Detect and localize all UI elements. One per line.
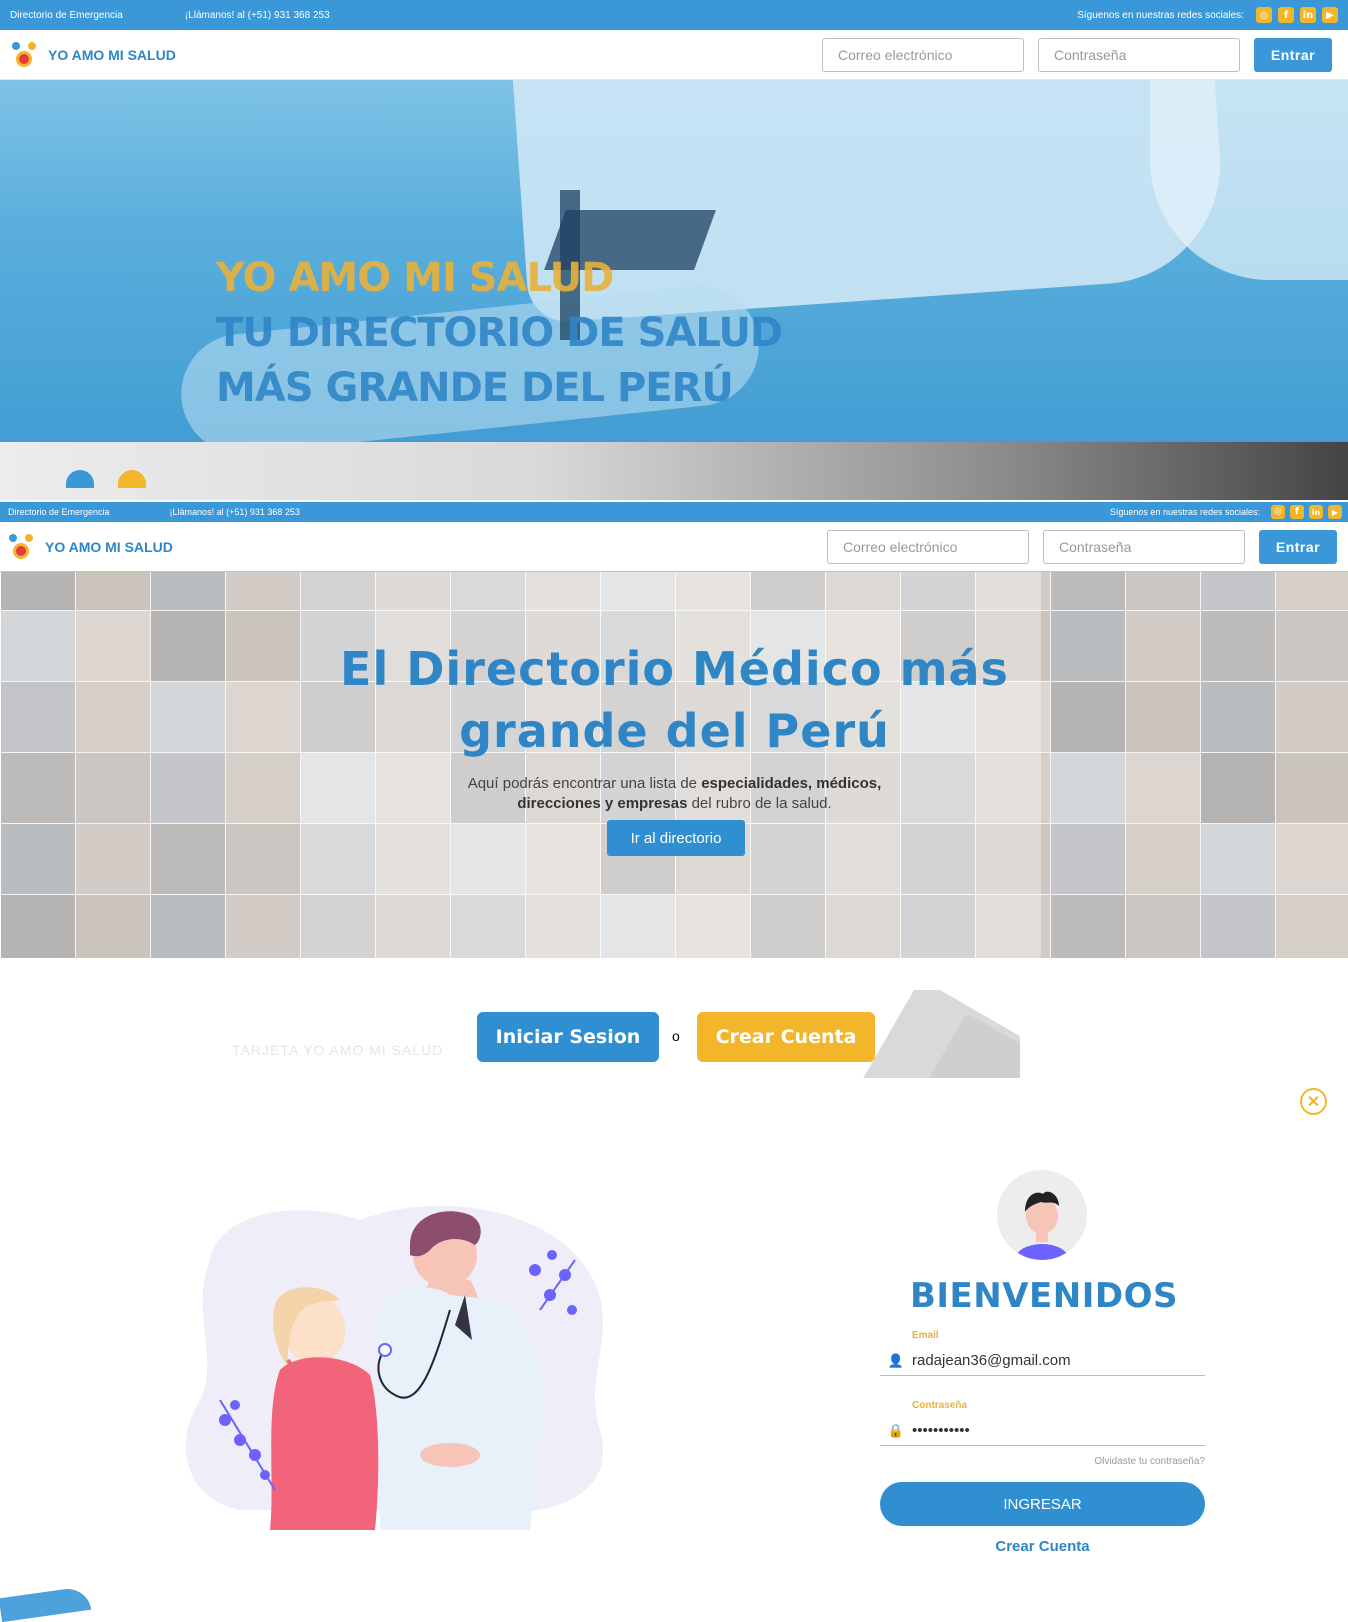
password-field[interactable]: 🔒 ••••••••••• <box>880 1416 1205 1446</box>
or-separator: o <box>672 1028 680 1044</box>
password-input[interactable]: Contraseña <box>1043 529 1245 564</box>
linkedin-icon[interactable]: in <box>1300 7 1316 23</box>
social-label: Síguenos en nuestras redes sociales: <box>1077 9 1244 21</box>
instagram-icon[interactable]: ◎ <box>1271 505 1285 519</box>
logo-icon <box>10 40 38 70</box>
password-label: Contraseña <box>912 1400 968 1411</box>
navbar-2: YO AMO MI SALUD Correo electrónico Contr… <box>0 522 1348 572</box>
hero-title-line-2: grande del Perú <box>459 704 890 758</box>
email-label: Email <box>912 1330 939 1341</box>
linkedin-icon[interactable]: in <box>1309 505 1323 519</box>
password-value: ••••••••••• <box>912 1422 970 1439</box>
hero-subtitle: Aquí podrás encontrar una lista de espec… <box>467 775 882 812</box>
facebook-icon[interactable]: f <box>1290 505 1304 519</box>
directory-hero: El Directorio Médico más grande del Perú… <box>1 572 1348 958</box>
logo-icon <box>7 532 35 562</box>
lock-icon: 🔒 <box>887 1422 905 1438</box>
forgot-password-link[interactable]: Olvidaste tu contraseña? <box>1000 1456 1205 1467</box>
card-ghost-text: TARJETA YO AMO MI SALUD <box>232 1042 444 1058</box>
avatar <box>997 1170 1087 1260</box>
emergency-link[interactable]: Directorio de Emergencia <box>8 507 110 517</box>
welcome-title: BIENVENIDOS <box>909 1276 1178 1316</box>
top-bar-2: Directorio de Emergencia ¡Llámanos! al (… <box>0 502 1348 522</box>
phone-text: ¡Llámanos! al (+51) 931 368 253 <box>184 9 330 21</box>
phone-text: ¡Llámanos! al (+51) 931 368 253 <box>169 507 300 517</box>
email-value: radajean36@gmail.com <box>912 1352 1071 1369</box>
create-account-link[interactable]: Crear Cuenta <box>880 1538 1205 1555</box>
emergency-link[interactable]: Directorio de Emergencia <box>10 10 123 21</box>
instagram-icon[interactable]: ◎ <box>1256 7 1272 23</box>
email-input[interactable]: Correo electrónico <box>822 37 1024 72</box>
user-icon: 👤 <box>887 1352 905 1368</box>
hero-banner: YO AMO MI SALUD TU DIRECTORIO DE SALUD M… <box>0 80 1348 500</box>
navbar: YO AMO MI SALUD Correo electrónico Contr… <box>0 30 1348 80</box>
facebook-icon[interactable]: f <box>1278 7 1294 23</box>
header-login-form: Correo electrónico Contraseña Entrar <box>822 37 1348 72</box>
doctor-illustration <box>185 1205 604 1530</box>
social-label: Síguenos en nuestras redes sociales: <box>1109 507 1260 517</box>
entrar-button[interactable]: Entrar <box>1259 529 1337 564</box>
brand-name: YO AMO MI SALUD <box>45 538 173 555</box>
youtube-icon[interactable]: ▶ <box>1322 7 1338 23</box>
go-directory-button[interactable]: Ir al directorio <box>607 820 745 856</box>
ingresar-button[interactable]: INGRESAR <box>880 1482 1205 1526</box>
close-icon[interactable]: ✕ <box>1300 1088 1327 1115</box>
email-input[interactable]: Correo electrónico <box>827 529 1029 564</box>
entrar-button[interactable]: Entrar <box>1254 37 1332 72</box>
hero-line-1: YO AMO MI SALUD <box>216 255 614 301</box>
hero-line-3: MÁS GRANDE DEL PERÚ <box>216 365 734 411</box>
brand-mark <box>66 470 146 488</box>
youtube-icon[interactable]: ▶ <box>1328 505 1342 519</box>
hero-title-line-1: El Directorio Médico más <box>340 642 1009 696</box>
password-input[interactable]: Contraseña <box>1038 37 1240 72</box>
hero-line-2: TU DIRECTORIO DE SALUD <box>216 310 783 356</box>
brand[interactable]: YO AMO MI SALUD <box>0 40 176 70</box>
email-field[interactable]: 👤 radajean36@gmail.com <box>880 1346 1205 1376</box>
crear-cuenta-button[interactable]: Crear Cuenta <box>697 1012 875 1062</box>
brand-name: YO AMO MI SALUD <box>48 46 176 63</box>
iniciar-sesion-button[interactable]: Iniciar Sesion <box>477 1012 659 1062</box>
top-bar: Directorio de Emergencia ¡Llámanos! al (… <box>0 0 1348 30</box>
